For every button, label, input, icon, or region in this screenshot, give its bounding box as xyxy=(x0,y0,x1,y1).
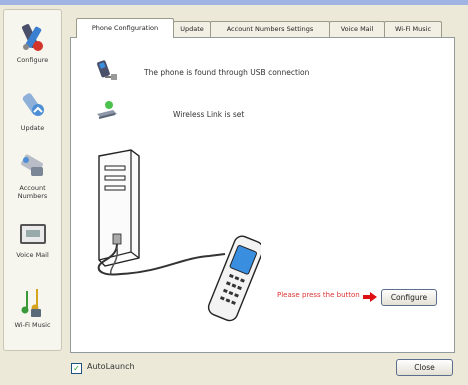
usb-phone-icon xyxy=(97,60,117,80)
pc-phone-illustration xyxy=(97,149,261,322)
sidebar: Configure Update Account Numbers Voice M… xyxy=(3,9,62,351)
configure-button[interactable]: Configure xyxy=(381,289,437,306)
wifi-music-icon xyxy=(21,289,41,317)
sidebar-item-voice-mail[interactable]: Voice Mail xyxy=(4,221,61,259)
sidebar-item-label: Voice Mail xyxy=(16,251,49,259)
sidebar-item-update[interactable]: Update xyxy=(4,90,61,132)
arrow-right-icon xyxy=(363,292,377,302)
sidebar-item-wifi-music[interactable]: Wi-Fi Music xyxy=(4,285,61,329)
configure-icon xyxy=(21,24,43,51)
tab-account-numbers-settings[interactable]: Account Numbers Settings xyxy=(210,21,330,37)
voice-mail-icon xyxy=(19,224,46,244)
sidebar-item-label: Account Numbers xyxy=(17,184,48,200)
account-numbers-icon xyxy=(20,154,43,176)
tab-update[interactable]: Update xyxy=(173,21,211,37)
tab-strip: Phone Configuration Update Account Numbe… xyxy=(72,18,452,38)
autolaunch-checkbox[interactable]: ✓ xyxy=(71,363,82,374)
autolaunch-label: AutoLaunch xyxy=(87,362,135,371)
tab-phone-configuration[interactable]: Phone Configuration xyxy=(76,18,174,38)
sidebar-item-configure[interactable]: Configure xyxy=(4,20,61,64)
update-icon xyxy=(22,93,44,116)
title-bar xyxy=(0,0,468,5)
usb-connection-status: The phone is found through USB connectio… xyxy=(144,68,310,77)
tab-voice-mail[interactable]: Voice Mail xyxy=(329,21,385,37)
wireless-link-icon xyxy=(97,101,117,119)
phone-configuration-panel: The phone is found through USB connectio… xyxy=(70,37,455,353)
wireless-link-status: Wireless Link is set xyxy=(173,110,245,119)
sidebar-item-label: Configure xyxy=(16,56,49,64)
close-button[interactable]: Close xyxy=(396,359,453,376)
sidebar-item-label: Wi-Fi Music xyxy=(14,321,51,329)
press-button-hint: Please press the button xyxy=(277,291,360,299)
sidebar-item-account-numbers[interactable]: Account Numbers xyxy=(4,152,61,200)
tab-wifi-music[interactable]: Wi-Fi Music xyxy=(384,21,442,37)
sidebar-item-label: Update xyxy=(20,124,45,132)
